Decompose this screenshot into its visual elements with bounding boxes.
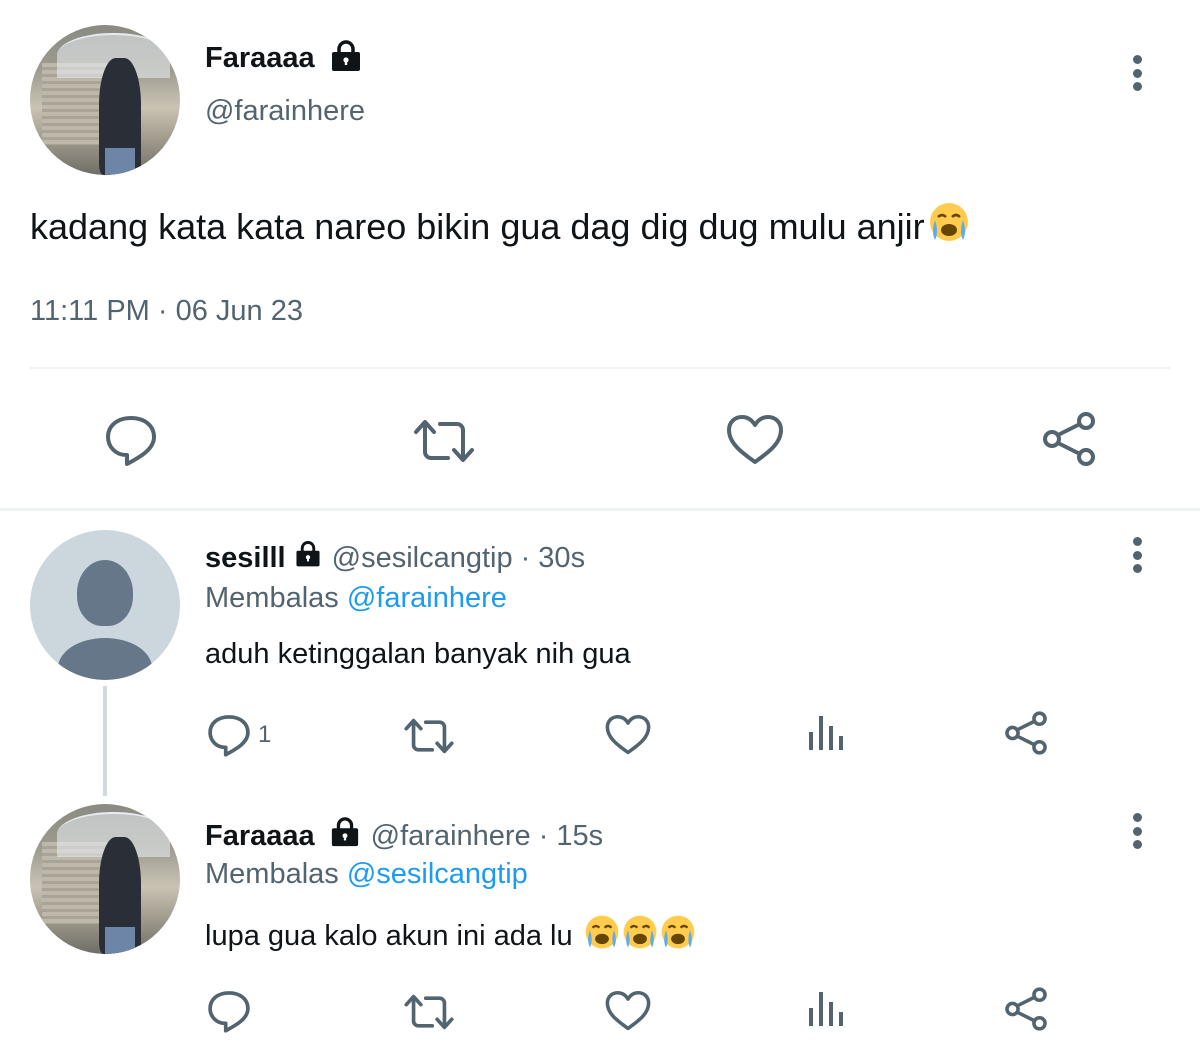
main-author-avatar[interactable]	[30, 25, 180, 175]
retweet-button[interactable]	[412, 418, 476, 464]
reply-icon	[208, 715, 250, 757]
reply1-author-avatar[interactable]	[30, 530, 180, 680]
reply1-author-handle[interactable]: @sesilcangtip	[332, 542, 513, 575]
reply1-header[interactable]: sesilll @sesilcangtip · 30s	[205, 540, 585, 576]
main-author-name[interactable]: Faraaaa	[205, 42, 315, 75]
like-icon	[605, 714, 651, 755]
reply-icon	[106, 416, 156, 466]
reply-button[interactable]: 1	[206, 712, 271, 758]
share-icon	[1043, 412, 1095, 466]
more-options-icon[interactable]	[1131, 55, 1143, 91]
tweet-text-content: kadang kata kata nareo bikin gua dag dig…	[30, 205, 925, 247]
crying-emoji-icon	[927, 200, 971, 253]
reply2-author-handle[interactable]: @farainhere	[371, 820, 531, 853]
share-button[interactable]	[1003, 710, 1049, 756]
like-icon	[727, 415, 783, 464]
replying-prefix: Membalas	[205, 858, 339, 890]
lock-icon	[329, 817, 361, 855]
retweet-icon	[404, 994, 454, 1030]
analytics-icon	[809, 716, 843, 750]
reply1-author-name[interactable]: sesilll	[205, 542, 286, 575]
reply-button[interactable]	[103, 412, 159, 468]
reply2-time[interactable]: · 15s	[539, 820, 603, 853]
retweet-button[interactable]	[403, 717, 455, 755]
share-icon	[1005, 987, 1047, 1031]
crying-emoji-icon	[583, 913, 621, 959]
lock-icon	[294, 540, 322, 576]
replying-prefix: Membalas	[205, 582, 339, 614]
more-options-icon[interactable]	[1131, 537, 1143, 573]
replying-to-mention[interactable]: @farainhere	[347, 582, 507, 614]
crying-emoji-icon	[621, 913, 659, 959]
retweet-icon	[414, 420, 474, 462]
tweet-timestamp[interactable]: 11:11 PM · 06 Jun 23	[30, 295, 303, 328]
reply-icon	[208, 991, 250, 1033]
retweet-button[interactable]	[403, 993, 455, 1031]
like-button[interactable]	[605, 714, 651, 756]
main-author-header[interactable]: Faraaaa	[205, 40, 363, 77]
share-button[interactable]	[1003, 986, 1049, 1032]
reply2-text-content: lupa gua kalo akun ini ada lu	[205, 919, 573, 952]
like-button[interactable]	[605, 990, 651, 1032]
share-button[interactable]	[1040, 410, 1098, 468]
reply-count: 1	[258, 721, 272, 748]
main-divider	[30, 367, 1170, 369]
reply2-text: lupa gua kalo akun ini ada lu	[205, 913, 697, 959]
replying-to-mention[interactable]: @sesilcangtip	[347, 858, 528, 890]
section-divider	[0, 508, 1200, 511]
tweet-text: kadang kata kata nareo bikin gua dag dig…	[30, 200, 971, 253]
reply2-header[interactable]: Faraaaa @farainhere · 15s	[205, 817, 603, 855]
retweet-icon	[404, 718, 454, 754]
lock-icon	[329, 40, 363, 77]
reply1-time[interactable]: · 30s	[521, 542, 585, 575]
thread-connector-line	[103, 686, 107, 796]
reply1-text: aduh ketinggalan banyak nih gua	[205, 638, 631, 670]
reply2-author-avatar[interactable]	[30, 804, 180, 954]
share-icon	[1005, 711, 1047, 755]
like-button[interactable]	[726, 414, 784, 466]
reply2-author-name[interactable]: Faraaaa	[205, 820, 315, 853]
analytics-button[interactable]	[806, 712, 846, 752]
analytics-icon	[809, 992, 843, 1026]
crying-emoji-icon	[659, 913, 697, 959]
like-icon	[605, 990, 651, 1031]
reply2-replying-to: Membalas @sesilcangtip	[205, 858, 528, 891]
main-author-handle[interactable]: @farainhere	[205, 95, 365, 128]
reply-button[interactable]	[206, 988, 260, 1034]
reply1-replying-to: Membalas @farainhere	[205, 582, 507, 615]
analytics-button[interactable]	[806, 988, 846, 1028]
more-options-icon[interactable]	[1131, 813, 1143, 849]
